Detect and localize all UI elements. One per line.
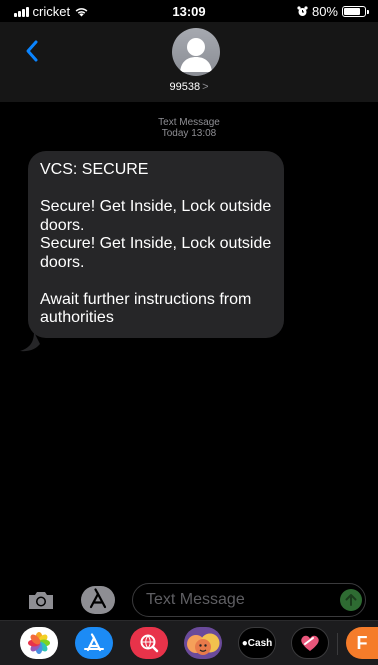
alarm-icon [297,6,308,16]
bubble-tail [20,332,40,352]
back-chevron-icon[interactable] [22,36,46,66]
message-time-label: Today 13:08 [161,128,217,139]
contact-number: 99538 [169,81,201,93]
battery-level [344,8,360,15]
message-line [40,272,272,291]
apple-cash-icon[interactable]: ●Cash [238,627,276,659]
photos-icon[interactable] [20,627,58,659]
message-line: VCS: SECURE [40,161,149,178]
apple-cash-label: ●Cash [241,637,273,649]
camera-icon[interactable] [26,588,56,612]
magnifier-globe-icon [140,634,159,653]
app-store-drawer-icon[interactable] [80,585,116,615]
message-line: Secure! Get Inside, Lock outside doors. [40,235,272,271]
memoji-faces-icon [187,633,220,655]
fandango-f-icon: F [356,632,368,653]
drawer-divider [337,633,338,655]
compose-bar: Text Message [0,582,378,618]
message-line: Secure! Get Inside, Lock outside doors. [40,198,272,234]
arrow-up-icon [345,594,357,606]
status-right: 80% [297,4,369,19]
search-images-icon[interactable] [130,627,168,659]
fandango-icon[interactable]: F [346,627,378,659]
chevron-right-icon: > [202,81,209,93]
person-silhouette-icon [180,38,212,72]
imessage-app-drawer: ●Cash F [0,620,378,665]
send-button[interactable] [340,589,362,611]
message-line: Await further instructions from authorit… [40,290,252,327]
contact-avatar[interactable] [172,28,220,76]
message-type-label: Text Message [158,117,220,128]
battery-icon [342,6,369,17]
message-thread: Text Message Today 13:08 VCS: SECURE Sec… [0,102,378,580]
received-message-bubble[interactable]: VCS: SECURE Secure! Get Inside, Lock out… [28,151,284,338]
app-store-a-icon [84,633,104,652]
photos-flower-icon [28,632,50,654]
memoji-icon[interactable] [184,627,222,659]
message-line [40,180,272,199]
app-store-icon[interactable] [75,627,113,659]
heart-touch-icon [301,635,319,651]
message-input[interactable]: Text Message [132,583,366,617]
digital-touch-icon[interactable] [291,627,329,659]
status-bar: cricket 13:09 80% [0,0,378,22]
message-timestamp: Text Message Today 13:08 [0,117,378,139]
battery-percent: 80% [311,4,338,19]
conversation-header: 99538 > [0,22,378,102]
contact-name[interactable]: 99538 > [0,81,378,93]
